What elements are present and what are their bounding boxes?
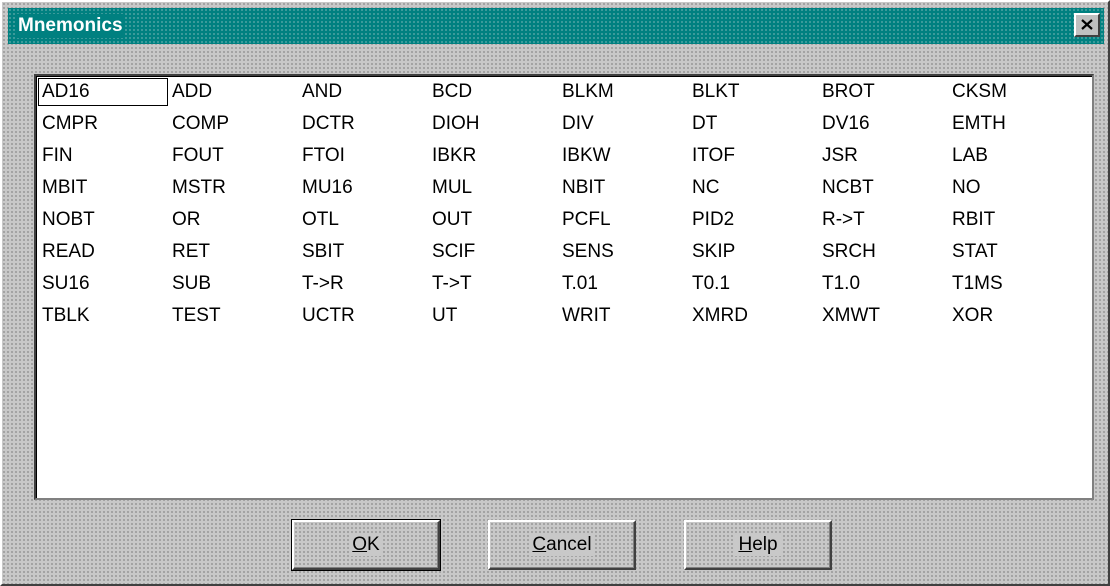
mnemonic-item[interactable]: IBKR	[428, 142, 558, 170]
mnemonic-item[interactable]: SCIF	[428, 238, 558, 266]
mnemonic-item[interactable]: NOBT	[38, 206, 168, 234]
mnemonic-item[interactable]: DV16	[818, 110, 948, 138]
mnemonic-item[interactable]: BLKM	[558, 78, 688, 106]
mnemonic-item[interactable]: AD16	[38, 78, 168, 106]
mnemonic-item[interactable]: DIOH	[428, 110, 558, 138]
title-bar[interactable]: Mnemonics	[8, 8, 1104, 44]
mnemonic-item[interactable]: T->T	[428, 270, 558, 298]
mnemonic-item[interactable]: PCFL	[558, 206, 688, 234]
mnemonic-item[interactable]: FOUT	[168, 142, 298, 170]
mnemonic-item[interactable]: SENS	[558, 238, 688, 266]
mnemonic-item[interactable]: XMWT	[818, 302, 948, 330]
mnemonic-item[interactable]: XOR	[948, 302, 1078, 330]
mnemonic-item[interactable]: T0.1	[688, 270, 818, 298]
mnemonic-item[interactable]: MBIT	[38, 174, 168, 202]
mnemonic-item[interactable]: MSTR	[168, 174, 298, 202]
mnemonic-item[interactable]: BROT	[818, 78, 948, 106]
cancel-button-label: Cancel	[529, 534, 595, 556]
cancel-button[interactable]: Cancel	[488, 520, 636, 570]
mnemonic-item[interactable]: T1.0	[818, 270, 948, 298]
mnemonic-item[interactable]: DCTR	[298, 110, 428, 138]
mnemonic-item[interactable]: R->T	[818, 206, 948, 234]
ok-button[interactable]: OK	[291, 519, 441, 571]
mnemonic-item[interactable]: COMP	[168, 110, 298, 138]
mnemonic-item[interactable]: WRIT	[558, 302, 688, 330]
mnemonic-item[interactable]: SBIT	[298, 238, 428, 266]
mnemonic-item[interactable]: OR	[168, 206, 298, 234]
help-button-label: Help	[735, 534, 781, 556]
mnemonic-item[interactable]: FIN	[38, 142, 168, 170]
mnemonic-item[interactable]: SRCH	[818, 238, 948, 266]
mnemonic-item[interactable]: FTOI	[298, 142, 428, 170]
mnemonic-item[interactable]: STAT	[948, 238, 1078, 266]
mnemonic-item[interactable]: TBLK	[38, 302, 168, 330]
mnemonic-item[interactable]: ADD	[168, 78, 298, 106]
mnemonic-item[interactable]: MUL	[428, 174, 558, 202]
mnemonic-item[interactable]: READ	[38, 238, 168, 266]
mnemonic-item[interactable]: OTL	[298, 206, 428, 234]
mnemonic-item[interactable]: SU16	[38, 270, 168, 298]
mnemonic-item[interactable]: MU16	[298, 174, 428, 202]
mnemonic-item[interactable]: LAB	[948, 142, 1078, 170]
window-title: Mnemonics	[16, 14, 125, 38]
mnemonic-item[interactable]: T1MS	[948, 270, 1078, 298]
mnemonic-item[interactable]: NCBT	[818, 174, 948, 202]
ok-button-label: OK	[349, 534, 383, 556]
mnemonic-item[interactable]: NC	[688, 174, 818, 202]
mnemonic-item[interactable]: AND	[298, 78, 428, 106]
mnemonic-item[interactable]: OUT	[428, 206, 558, 234]
mnemonic-item[interactable]: JSR	[818, 142, 948, 170]
mnemonic-item[interactable]: EMTH	[948, 110, 1078, 138]
mnemonic-item[interactable]: CMPR	[38, 110, 168, 138]
mnemonic-item[interactable]: TEST	[168, 302, 298, 330]
mnemonic-item[interactable]: UCTR	[298, 302, 428, 330]
mnemonic-item[interactable]: DT	[688, 110, 818, 138]
close-x-icon	[1081, 19, 1093, 30]
mnemonic-item[interactable]: DIV	[558, 110, 688, 138]
mnemonic-item[interactable]: SUB	[168, 270, 298, 298]
close-button[interactable]	[1074, 13, 1100, 37]
mnemonic-item[interactable]: UT	[428, 302, 558, 330]
help-button[interactable]: Help	[684, 520, 832, 570]
mnemonic-item[interactable]: BLKT	[688, 78, 818, 106]
mnemonic-item[interactable]: IBKW	[558, 142, 688, 170]
mnemonic-item[interactable]: PID2	[688, 206, 818, 234]
mnemonics-grid: AD16 ADD AND BCD BLKM BLKT BROT CKSM CMPR COMP DCT…	[38, 78, 1078, 334]
mnemonic-item[interactable]: T.01	[558, 270, 688, 298]
mnemonic-item[interactable]: XMRD	[688, 302, 818, 330]
mnemonic-item[interactable]: T->R	[298, 270, 428, 298]
mnemonics-listbox[interactable]: AD16 ADD AND BCD BLKM BLKT BROT CKSM CMPR COMP DCT…	[34, 74, 1094, 500]
mnemonic-item[interactable]: ITOF	[688, 142, 818, 170]
mnemonic-item[interactable]: NO	[948, 174, 1078, 202]
mnemonic-item[interactable]: BCD	[428, 78, 558, 106]
mnemonic-item[interactable]: RBIT	[948, 206, 1078, 234]
mnemonic-item[interactable]: CKSM	[948, 78, 1078, 106]
mnemonics-dialog: Mnemonics AD16 ADD AND BCD BLKM BLKT BROT CKSM C…	[0, 0, 1110, 586]
mnemonic-item[interactable]: SKIP	[688, 238, 818, 266]
mnemonic-item[interactable]: NBIT	[558, 174, 688, 202]
mnemonic-item[interactable]: RET	[168, 238, 298, 266]
